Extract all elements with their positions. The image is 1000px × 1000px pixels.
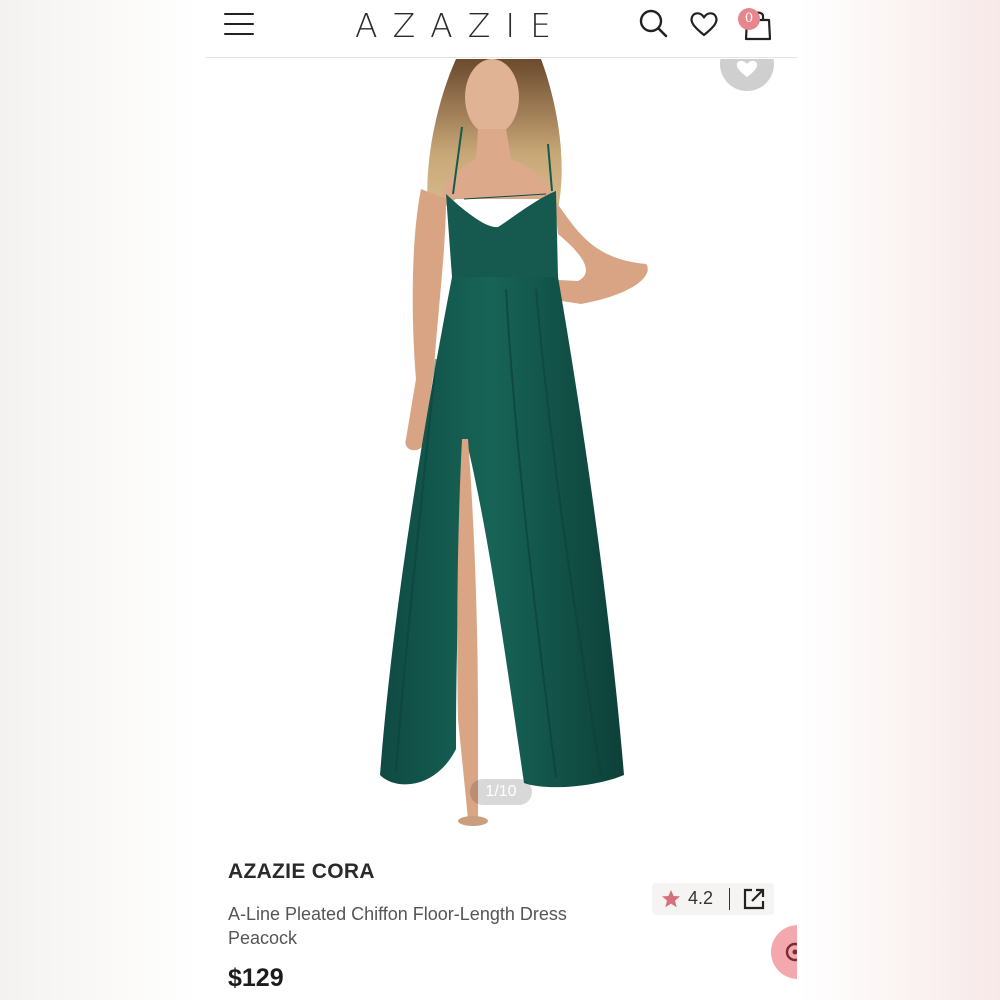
brand-logo[interactable]: AZAZIE (340, 6, 554, 45)
share-icon (743, 888, 765, 910)
hamburger-menu-icon[interactable] (224, 13, 254, 37)
wishlist-button[interactable] (688, 8, 720, 40)
search-icon (639, 9, 668, 38)
top-nav-bar: AZAZIE 0 (206, 0, 797, 58)
product-photo (380, 59, 648, 826)
share-button[interactable] (742, 887, 766, 911)
image-favorite-button[interactable] (720, 59, 774, 91)
phone-screen: AZAZIE 0 1/10 AZAZIE CORA A-Line Pleated… (206, 0, 797, 1000)
heart-icon (736, 60, 758, 77)
cart-button[interactable]: 0 (738, 8, 774, 41)
cart-count-badge: 0 (738, 8, 760, 30)
divider (729, 888, 730, 910)
product-name: AZAZIE CORA (228, 860, 375, 883)
rating-share-bar: 4.2 (652, 883, 774, 915)
product-image-carousel[interactable]: 1/10 (206, 59, 797, 839)
heart-icon (690, 12, 718, 37)
star-icon (662, 890, 680, 908)
product-description: A-Line Pleated Chiffon Floor-Length Dres… (228, 904, 567, 948)
search-button[interactable] (638, 8, 670, 40)
chat-button[interactable] (771, 925, 797, 979)
image-pager: 1/10 (470, 779, 532, 805)
rating-value[interactable]: 4.2 (688, 888, 713, 909)
chat-icon (785, 942, 797, 962)
product-info: AZAZIE CORA A-Line Pleated Chiffon Floor… (228, 860, 788, 993)
product-price: $129 (228, 964, 284, 992)
